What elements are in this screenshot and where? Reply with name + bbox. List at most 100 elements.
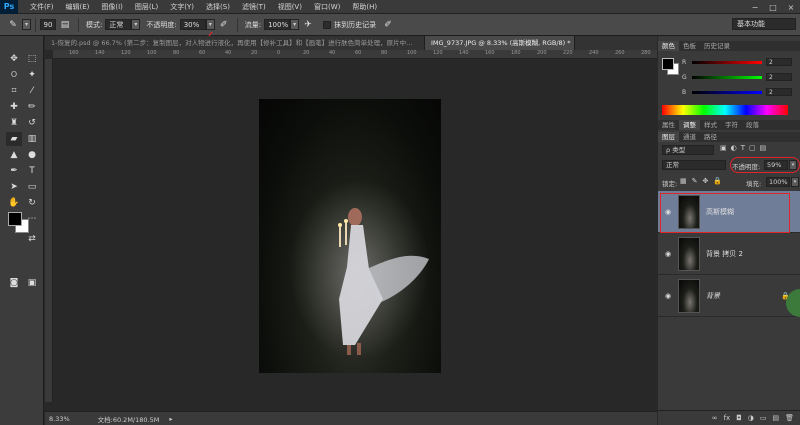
hand-tool-icon[interactable]: ✋ [6, 196, 22, 210]
add-mask-icon[interactable]: ◘ [736, 414, 742, 422]
brush-size-picker[interactable]: 90 [40, 19, 56, 30]
tab-swatches[interactable]: 色板 [679, 41, 700, 51]
tab-layers[interactable]: 图层 [658, 132, 679, 142]
status-arrow-icon[interactable]: ▸ [165, 415, 176, 423]
tab-paragraph[interactable]: 段落 [742, 120, 763, 130]
move-tool-icon[interactable]: ✥ [6, 52, 22, 66]
tab-properties[interactable]: 属性 [658, 120, 679, 130]
document-canvas[interactable] [259, 99, 441, 373]
path-select-icon[interactable]: ➤ [6, 180, 22, 194]
type-tool-icon[interactable]: T [24, 164, 40, 178]
magic-wand-icon[interactable]: ✦ [24, 68, 40, 82]
tab-channels[interactable]: 通道 [679, 132, 700, 142]
layer-name[interactable]: 背景 拷贝 2 [706, 249, 743, 259]
menu-filter[interactable]: 滤镜(T) [236, 2, 272, 12]
mode-dropdown[interactable]: ▾ [131, 19, 141, 30]
flow-input[interactable]: 100% [264, 19, 291, 30]
eyedropper-icon[interactable]: ⁄ [24, 84, 40, 98]
tab-paths[interactable]: 路径 [700, 132, 721, 142]
screen-mode-icon[interactable]: ▣ [24, 276, 40, 290]
tab-adjustments[interactable]: 调整 [679, 120, 700, 130]
tab-styles[interactable]: 样式 [700, 120, 721, 130]
gradient-tool-icon[interactable]: ▥ [24, 132, 40, 146]
menu-view[interactable]: 视图(V) [272, 2, 308, 12]
clone-stamp-icon[interactable]: ♜ [6, 116, 22, 130]
green-slider[interactable] [692, 75, 762, 79]
tab-color[interactable]: 颜色 [658, 41, 679, 51]
maximize-button[interactable]: □ [764, 0, 782, 14]
healing-brush-icon[interactable]: ✚ [6, 100, 22, 114]
blend-mode-select[interactable]: 正常 [662, 160, 726, 170]
erase-to-history-checkbox[interactable] [323, 20, 332, 29]
new-group-icon[interactable]: ▭ [760, 414, 767, 422]
visibility-eye-icon[interactable]: ◉ [662, 292, 674, 300]
menu-window[interactable]: 窗口(W) [308, 2, 346, 12]
menu-edit[interactable]: 编辑(E) [60, 2, 96, 12]
red-slider[interactable] [692, 60, 762, 64]
minimize-button[interactable]: − [746, 0, 764, 14]
tab-character[interactable]: 字符 [721, 120, 742, 130]
pressure-size-icon[interactable]: ✐ [381, 18, 395, 32]
airbrush-icon[interactable]: ✈ [301, 18, 315, 32]
eraser-tool-icon[interactable]: ✎ [6, 18, 20, 32]
tab-psd-document[interactable]: 1-恢复的.psd @ 66.7% (第二步：复制图层，对人物进行液化，再使用【… [45, 36, 425, 50]
layer-row-background-copy-2[interactable]: ◉ 背景 拷贝 2 [658, 233, 800, 275]
layer-style-icon[interactable]: fx [724, 414, 731, 422]
opacity-dropdown[interactable]: ▾ [205, 19, 215, 30]
fill-input[interactable]: 100% [766, 177, 790, 187]
shape-filter-icon[interactable]: ▢ [749, 144, 756, 152]
menu-help[interactable]: 帮助(H) [346, 2, 383, 12]
lock-pixels-icon[interactable]: ✎ [692, 177, 698, 185]
marquee-tool-icon[interactable]: ⬚ [24, 52, 40, 66]
lock-all-icon[interactable]: 🔒 [713, 177, 722, 185]
layer-row-background[interactable]: ◉ 背景 🔒 [658, 275, 800, 317]
panel-foreground-swatch[interactable] [662, 58, 674, 70]
brush-panel-icon[interactable]: ▤ [58, 18, 72, 32]
lasso-tool-icon[interactable]: ଠ [6, 68, 22, 82]
layer-filter-select[interactable]: ρ 类型 [662, 145, 714, 155]
flow-dropdown[interactable]: ▾ [290, 19, 300, 30]
menu-layer[interactable]: 图层(L) [129, 2, 164, 12]
brush-tool-icon[interactable]: ✏ [24, 100, 40, 114]
tab-history[interactable]: 历史记录 [700, 41, 734, 51]
tab-active-document[interactable]: IMG_9737.JPG @ 8.33% (高斯模糊, RGB/8) * [425, 36, 575, 50]
pixel-filter-icon[interactable]: ▣ [720, 144, 727, 152]
pressure-opacity-icon[interactable]: ✐ [217, 18, 231, 32]
menu-file[interactable]: 文件(F) [24, 2, 60, 12]
blue-slider[interactable] [692, 90, 762, 94]
rotate-view-icon[interactable]: ↻ [24, 196, 40, 210]
pen-tool-icon[interactable]: ✒ [6, 164, 22, 178]
lock-position-icon[interactable]: ✥ [703, 177, 709, 185]
close-button[interactable]: × [782, 0, 800, 14]
menu-image[interactable]: 图像(I) [95, 2, 129, 12]
link-layers-icon[interactable]: ∞ [712, 414, 718, 422]
delete-layer-icon[interactable]: 🗑 [785, 414, 794, 422]
eraser-tool-icon[interactable]: ▰ [6, 132, 22, 146]
history-brush-icon[interactable]: ↺ [24, 116, 40, 130]
foreground-color-swatch[interactable] [8, 212, 22, 226]
swap-colors-icon[interactable]: ⇄ [24, 232, 40, 246]
zoom-level[interactable]: 8.33% [45, 415, 74, 423]
blur-tool-icon[interactable]: ▲ [6, 148, 22, 162]
blue-value[interactable]: 2 [766, 88, 792, 96]
lock-transparent-icon[interactable]: ▦ [680, 177, 687, 185]
tool-preset-dropdown[interactable]: ▾ [22, 19, 31, 30]
menu-select[interactable]: 选择(S) [200, 2, 236, 12]
new-layer-icon[interactable]: ▤ [772, 414, 779, 422]
adjustment-layer-icon[interactable]: ◑ [748, 414, 754, 422]
smart-filter-icon[interactable]: ▤ [760, 144, 767, 152]
green-value[interactable]: 2 [766, 73, 792, 81]
workspace-select[interactable]: 基本功能 [732, 18, 796, 30]
shape-tool-icon[interactable]: ▭ [24, 180, 40, 194]
opacity-input[interactable]: 30% [179, 19, 206, 30]
type-filter-icon[interactable]: T [741, 144, 745, 152]
visibility-eye-icon[interactable]: ◉ [662, 250, 674, 258]
mode-select[interactable]: 正常 [105, 19, 132, 30]
adjustment-filter-icon[interactable]: ◐ [731, 144, 737, 152]
fill-dropdown[interactable]: ▾ [791, 177, 799, 187]
crop-tool-icon[interactable]: ⌗ [6, 84, 22, 98]
menu-type[interactable]: 文字(Y) [164, 2, 200, 12]
red-value[interactable]: 2 [766, 58, 792, 66]
quick-mask-icon[interactable]: ◙ [6, 276, 22, 290]
layer-name[interactable]: 背景 [706, 291, 720, 301]
